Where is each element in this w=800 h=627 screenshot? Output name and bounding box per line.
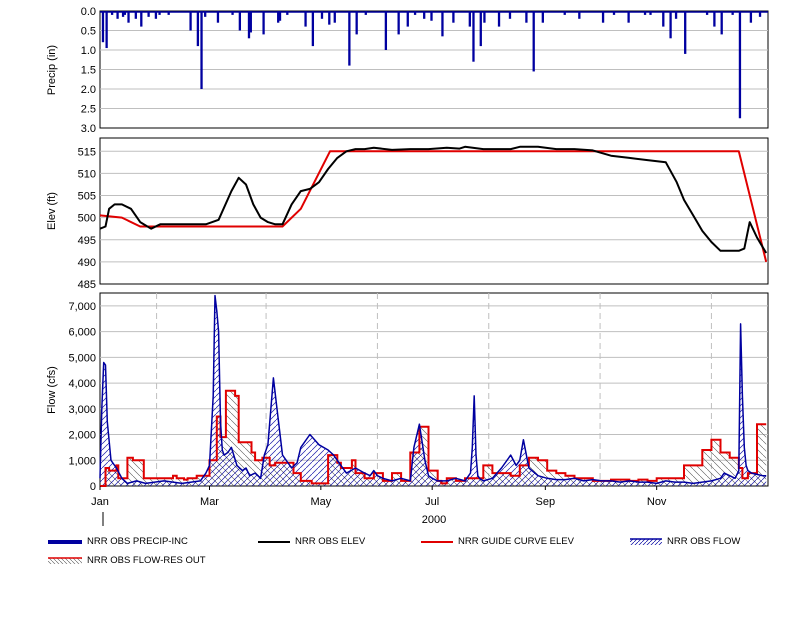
legend-swatch-precip bbox=[48, 539, 82, 544]
precip-bar bbox=[684, 11, 687, 54]
legend-label-precip: NRR OBS PRECIP-INC bbox=[87, 536, 188, 547]
precip-bar bbox=[216, 11, 220, 23]
precip-bar bbox=[497, 11, 501, 27]
precip-y-tick: 3.0 bbox=[81, 123, 96, 135]
flow-y-tick: 3,000 bbox=[68, 404, 96, 416]
precip-panel: 0.0 0.5 1.0 1.5 2.0 2.5 3.0 Precip (in) bbox=[46, 6, 769, 135]
precip-bar bbox=[397, 11, 400, 35]
precip-y-tick: 1.5 bbox=[81, 65, 96, 77]
legend-label-resout: NRR OBS FLOW-RES OUT bbox=[87, 555, 206, 566]
precip-bar bbox=[384, 11, 388, 50]
precip-bar bbox=[749, 11, 753, 23]
precip-bar bbox=[601, 11, 605, 23]
precip-bar bbox=[669, 11, 672, 39]
precip-bar bbox=[262, 11, 265, 35]
precip-bar bbox=[541, 11, 544, 23]
flow-y-tick: 1,000 bbox=[68, 455, 96, 467]
precip-bar bbox=[452, 11, 455, 23]
legend: NRR OBS PRECIP-INC NRR OBS ELEV NRR GUID… bbox=[0, 536, 800, 576]
precip-bar bbox=[468, 11, 471, 27]
flow-y-tick: 4,000 bbox=[68, 378, 96, 390]
precip-bar bbox=[720, 11, 723, 35]
flow-panel: 7,000 6,000 5,000 4,000 3,000 2,000 1,000 0 Jan… bbox=[46, 292, 769, 526]
precip-bar bbox=[738, 11, 742, 119]
flow-plot-frame bbox=[99, 292, 769, 487]
flow-y-tick-labels: 7,000 6,000 5,000 4,000 3,000 2,000 1,000 0 bbox=[68, 301, 96, 493]
flow-x-tick: Jan bbox=[91, 496, 109, 508]
flow-y-tick: 2,000 bbox=[68, 430, 96, 442]
flow-y-tick: 7,000 bbox=[68, 301, 96, 313]
elev-y-tick: 505 bbox=[78, 191, 96, 203]
precip-bar bbox=[525, 11, 528, 23]
precip-bar bbox=[348, 11, 351, 66]
flow-y-tick: 5,000 bbox=[68, 352, 96, 364]
precip-bar bbox=[333, 11, 336, 23]
legend-label-elev: NRR OBS ELEV bbox=[295, 536, 366, 547]
precip-bar bbox=[140, 11, 143, 27]
legend-label-guide: NRR GUIDE CURVE ELEV bbox=[458, 536, 574, 547]
elev-y-tick-labels: 515 510 505 500 495 490 485 bbox=[78, 146, 96, 291]
legend-swatch-resout bbox=[48, 556, 82, 564]
legend-swatch-guide bbox=[421, 540, 453, 543]
precip-y-tick: 0.5 bbox=[81, 26, 96, 38]
precip-bar bbox=[200, 11, 203, 89]
precip-y-tick: 2.5 bbox=[81, 104, 96, 116]
elev-y-tick: 500 bbox=[78, 213, 96, 225]
flow-y-tick: 0 bbox=[90, 481, 96, 493]
precip-bar bbox=[627, 11, 630, 23]
x-axis-year-label: 2000 bbox=[422, 514, 446, 526]
precip-bar bbox=[249, 11, 252, 33]
flow-y-axis-label: Flow (cfs) bbox=[46, 366, 58, 414]
precip-bar bbox=[196, 11, 200, 47]
precip-bar bbox=[532, 11, 535, 72]
elev-y-tick: 485 bbox=[78, 279, 96, 291]
precip-bar bbox=[105, 11, 108, 49]
elev-y-tick: 490 bbox=[78, 257, 96, 269]
precip-bar bbox=[189, 11, 192, 31]
precip-y-tick: 1.0 bbox=[81, 45, 96, 57]
elev-y-tick: 515 bbox=[78, 146, 96, 158]
precip-bar bbox=[662, 11, 665, 27]
legend-item-resout: NRR OBS FLOW-RES OUT bbox=[48, 555, 206, 566]
precip-bar bbox=[441, 11, 444, 37]
precip-y-tick: 2.0 bbox=[81, 84, 96, 96]
legend-label-flow: NRR OBS FLOW bbox=[667, 536, 741, 547]
legend-item-precip: NRR OBS PRECIP-INC bbox=[48, 536, 188, 547]
chart-area: 0.0 0.5 1.0 1.5 2.0 2.5 3.0 Precip (in) 515 510… bbox=[46, 6, 769, 526]
flow-x-tick-labels: Jan Mar May Jul Sep Nov bbox=[91, 486, 667, 508]
legend-swatch-flow bbox=[630, 537, 662, 545]
flow-x-tick: May bbox=[310, 496, 331, 508]
precip-y-tick-labels: 0.0 0.5 1.0 1.5 2.0 2.5 3.0 bbox=[81, 6, 96, 135]
legend-item-flow: NRR OBS FLOW bbox=[630, 536, 740, 547]
flow-x-tick: Mar bbox=[200, 496, 219, 508]
elev-panel: 515 510 505 500 495 490 485 Elev (ft) bbox=[46, 137, 769, 291]
precip-bar bbox=[472, 11, 475, 62]
precip-bar bbox=[483, 11, 486, 23]
precip-bar bbox=[311, 11, 315, 47]
flow-y-tick: 6,000 bbox=[68, 327, 96, 339]
precip-bar bbox=[328, 11, 331, 25]
legend-item-guide: NRR GUIDE CURVE ELEV bbox=[421, 536, 574, 547]
precip-bar bbox=[479, 11, 482, 47]
precip-bar bbox=[713, 11, 716, 27]
precip-bar bbox=[406, 11, 409, 27]
precip-y-axis-label: Precip (in) bbox=[46, 45, 58, 95]
precip-bar bbox=[355, 11, 358, 35]
flow-x-tick: Sep bbox=[536, 496, 556, 508]
legend-item-elev: NRR OBS ELEV bbox=[258, 536, 365, 547]
elev-y-tick: 510 bbox=[78, 168, 96, 180]
elev-y-tick: 495 bbox=[78, 235, 96, 247]
flow-x-tick: Jul bbox=[425, 496, 439, 508]
legend-swatch-elev bbox=[258, 540, 290, 543]
precip-bar bbox=[238, 11, 242, 31]
elev-y-axis-label: Elev (ft) bbox=[46, 192, 58, 230]
precip-y-tick: 0.0 bbox=[81, 6, 96, 18]
precip-bar bbox=[127, 11, 130, 23]
precip-bar bbox=[101, 11, 105, 43]
precip-bar bbox=[304, 11, 307, 27]
flow-x-tick: Nov bbox=[647, 496, 667, 508]
